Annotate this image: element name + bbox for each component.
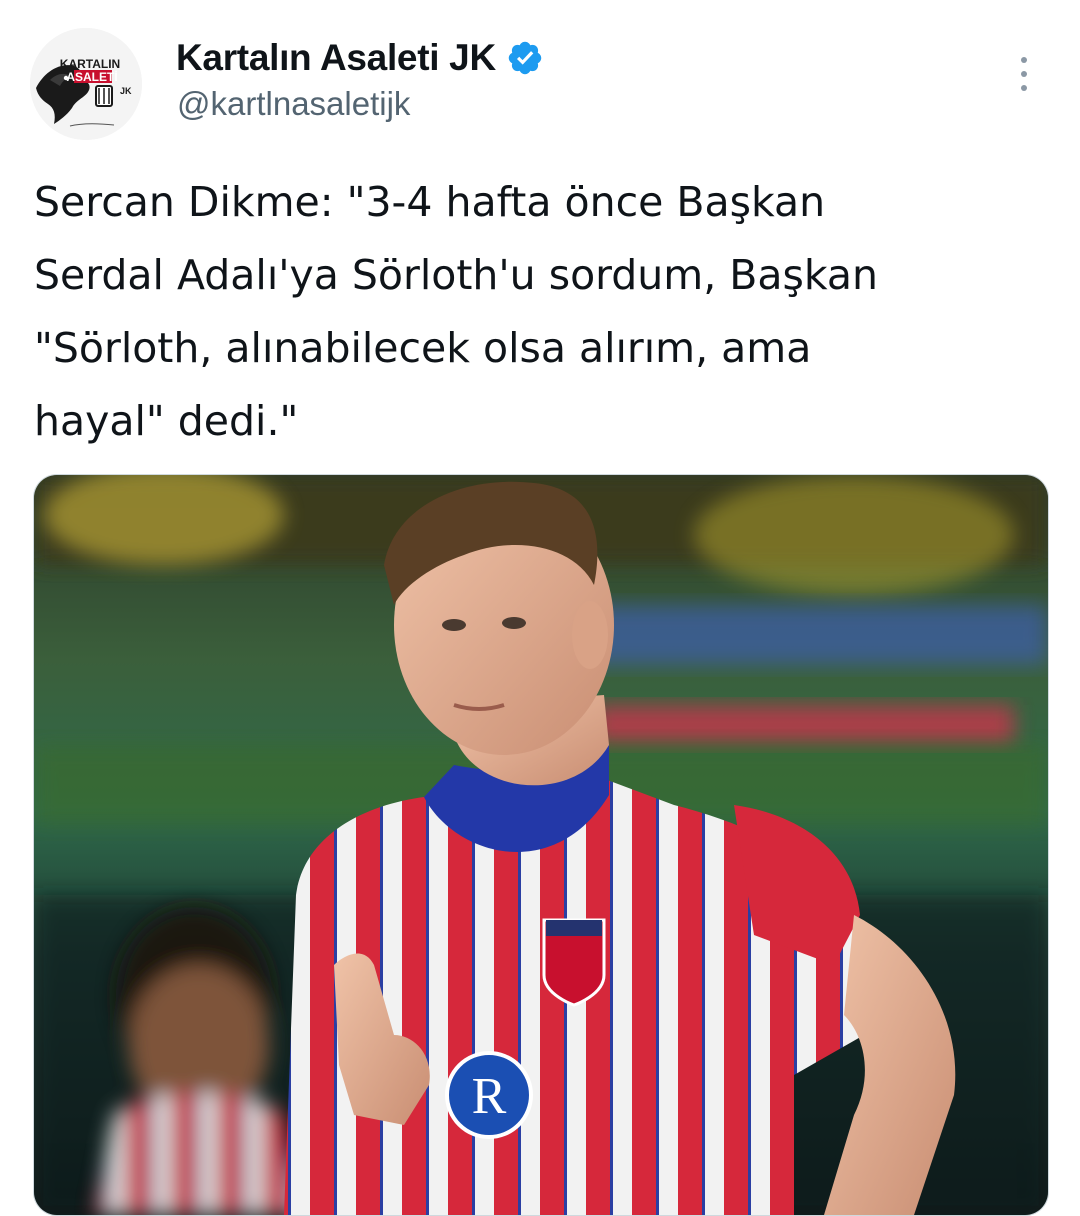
author-name-row: Kartalın Asaleti JK	[176, 36, 544, 80]
more-dot	[1021, 71, 1027, 77]
more-dot	[1021, 57, 1027, 63]
author-avatar[interactable]: KARTALIN ASALETİ JK	[30, 28, 142, 140]
more-options-icon[interactable]	[1004, 52, 1044, 96]
author-handle[interactable]: @kartlnasaletijk	[177, 85, 410, 123]
svg-text:KARTALIN: KARTALIN	[60, 57, 120, 71]
avatar-logo-image: KARTALIN ASALETİ JK	[30, 28, 142, 140]
tweet-header: KARTALIN ASALETİ JK Kartalın Asaleti JK …	[0, 0, 1080, 150]
player-photo-image: R	[34, 475, 1048, 1215]
tweet-text: Sercan Dikme: "3-4 hafta önce Başkan Ser…	[34, 178, 879, 445]
tweet-photo[interactable]: R	[33, 474, 1049, 1216]
more-dot	[1021, 85, 1027, 91]
verified-badge-icon[interactable]	[506, 39, 544, 77]
author-display-name[interactable]: Kartalın Asaleti JK	[176, 37, 496, 79]
svg-text:R: R	[472, 1068, 507, 1125]
svg-text:JK: JK	[120, 86, 132, 96]
svg-text:ASALETİ: ASALETİ	[66, 69, 117, 84]
